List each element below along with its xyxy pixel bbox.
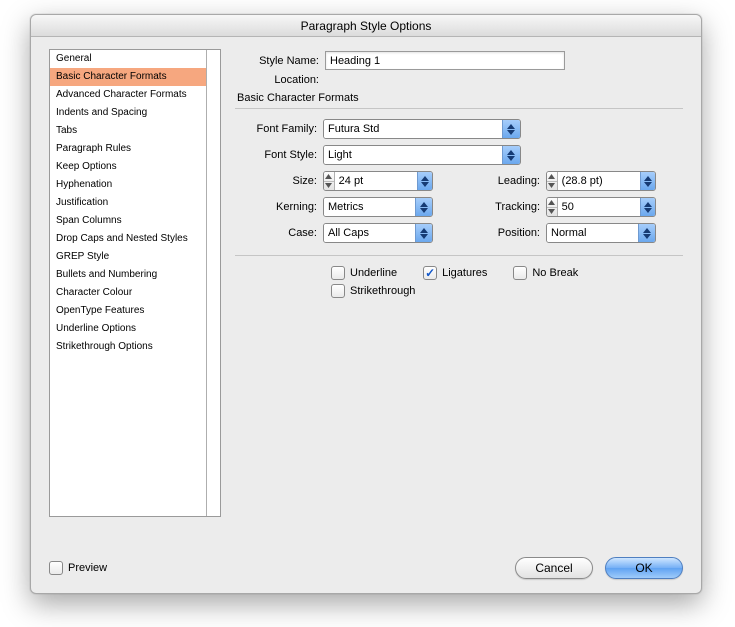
paragraph-style-options-dialog: Paragraph Style Options General Basic Ch… — [30, 14, 702, 594]
preview-label: Preview — [68, 562, 107, 574]
size-label: Size: — [235, 175, 317, 187]
form-grid: Font Family: Font Style: — [235, 119, 683, 243]
dialog-footer: Preview Cancel OK — [49, 557, 683, 579]
underline-label: Underline — [350, 267, 397, 279]
ligatures-label: Ligatures — [442, 267, 487, 279]
size-stepper[interactable] — [324, 172, 335, 190]
case-dropdown-icon[interactable] — [415, 224, 432, 242]
sidebar-item-general[interactable]: General — [50, 50, 220, 68]
font-style-input[interactable] — [324, 146, 502, 164]
leading-stepper[interactable] — [547, 172, 558, 190]
category-sidebar: General Basic Character Formats Advanced… — [49, 49, 221, 517]
location-label: Location: — [235, 74, 325, 86]
strikethrough-label: Strikethrough — [350, 285, 415, 297]
font-family-label: Font Family: — [235, 123, 317, 135]
no-break-checkbox-row[interactable]: No Break — [513, 266, 578, 280]
leading-dropdown-icon[interactable] — [640, 172, 655, 190]
tracking-stepper[interactable] — [547, 198, 558, 216]
underline-checkbox-row[interactable]: Underline — [331, 266, 397, 280]
leading-input[interactable] — [558, 172, 640, 190]
leading-label: Leading: — [466, 175, 540, 187]
position-input[interactable] — [547, 224, 638, 242]
sidebar-item-strikethrough-options[interactable]: Strikethrough Options — [50, 338, 220, 356]
font-family-dropdown-icon[interactable] — [502, 120, 520, 138]
sidebar-item-justification[interactable]: Justification — [50, 194, 220, 212]
sidebar-scrollbar[interactable] — [206, 50, 220, 516]
kerning-label: Kerning: — [235, 201, 317, 213]
font-style-label: Font Style: — [235, 149, 317, 161]
font-style-combo[interactable] — [323, 145, 521, 165]
size-combo[interactable] — [323, 171, 433, 191]
ligatures-checkbox[interactable] — [423, 266, 437, 280]
style-name-input[interactable] — [325, 51, 565, 70]
sidebar-item-character-colour[interactable]: Character Colour — [50, 284, 220, 302]
tracking-dropdown-icon[interactable] — [640, 198, 655, 216]
tracking-label: Tracking: — [466, 201, 540, 213]
sidebar-item-grep-style[interactable]: GREP Style — [50, 248, 220, 266]
sidebar-item-tabs[interactable]: Tabs — [50, 122, 220, 140]
sidebar-item-span-columns[interactable]: Span Columns — [50, 212, 220, 230]
kerning-combo[interactable] — [323, 197, 433, 217]
sidebar-item-hyphenation[interactable]: Hyphenation — [50, 176, 220, 194]
case-input[interactable] — [324, 224, 415, 242]
case-combo[interactable] — [323, 223, 433, 243]
panel-title: Basic Character Formats — [237, 92, 683, 104]
sidebar-item-basic-character-formats[interactable]: Basic Character Formats — [50, 68, 220, 86]
divider-top — [235, 108, 683, 109]
no-break-checkbox[interactable] — [513, 266, 527, 280]
dialog-title: Paragraph Style Options — [31, 15, 701, 37]
position-dropdown-icon[interactable] — [638, 224, 655, 242]
underline-checkbox[interactable] — [331, 266, 345, 280]
sidebar-item-paragraph-rules[interactable]: Paragraph Rules — [50, 140, 220, 158]
ok-button[interactable]: OK — [605, 557, 683, 579]
tracking-combo[interactable] — [546, 197, 656, 217]
sidebar-item-indents-and-spacing[interactable]: Indents and Spacing — [50, 104, 220, 122]
tracking-input[interactable] — [558, 198, 640, 216]
size-input[interactable] — [335, 172, 417, 190]
sidebar-item-underline-options[interactable]: Underline Options — [50, 320, 220, 338]
kerning-input[interactable] — [324, 198, 415, 216]
sidebar-item-drop-caps-nested-styles[interactable]: Drop Caps and Nested Styles — [50, 230, 220, 248]
case-label: Case: — [235, 227, 317, 239]
sidebar-item-keep-options[interactable]: Keep Options — [50, 158, 220, 176]
font-style-dropdown-icon[interactable] — [502, 146, 520, 164]
strikethrough-checkbox[interactable] — [331, 284, 345, 298]
style-name-label: Style Name: — [235, 55, 325, 67]
font-family-input[interactable] — [324, 120, 502, 138]
dialog-content: General Basic Character Formats Advanced… — [31, 37, 701, 517]
position-label: Position: — [466, 227, 540, 239]
leading-combo[interactable] — [546, 171, 656, 191]
cancel-button[interactable]: Cancel — [515, 557, 593, 579]
preview-checkbox[interactable] — [49, 561, 63, 575]
ligatures-checkbox-row[interactable]: Ligatures — [423, 266, 487, 280]
font-family-combo[interactable] — [323, 119, 521, 139]
main-panel: Style Name: Location: Basic Character Fo… — [221, 49, 683, 517]
strikethrough-checkbox-row[interactable]: Strikethrough — [331, 284, 415, 298]
sidebar-item-opentype-features[interactable]: OpenType Features — [50, 302, 220, 320]
sidebar-item-bullets-numbering[interactable]: Bullets and Numbering — [50, 266, 220, 284]
no-break-label: No Break — [532, 267, 578, 279]
preview-checkbox-row[interactable]: Preview — [49, 561, 107, 575]
kerning-dropdown-icon[interactable] — [415, 198, 432, 216]
sidebar-item-advanced-character-formats[interactable]: Advanced Character Formats — [50, 86, 220, 104]
divider-bottom — [235, 255, 683, 256]
position-combo[interactable] — [546, 223, 656, 243]
size-dropdown-icon[interactable] — [417, 172, 432, 190]
